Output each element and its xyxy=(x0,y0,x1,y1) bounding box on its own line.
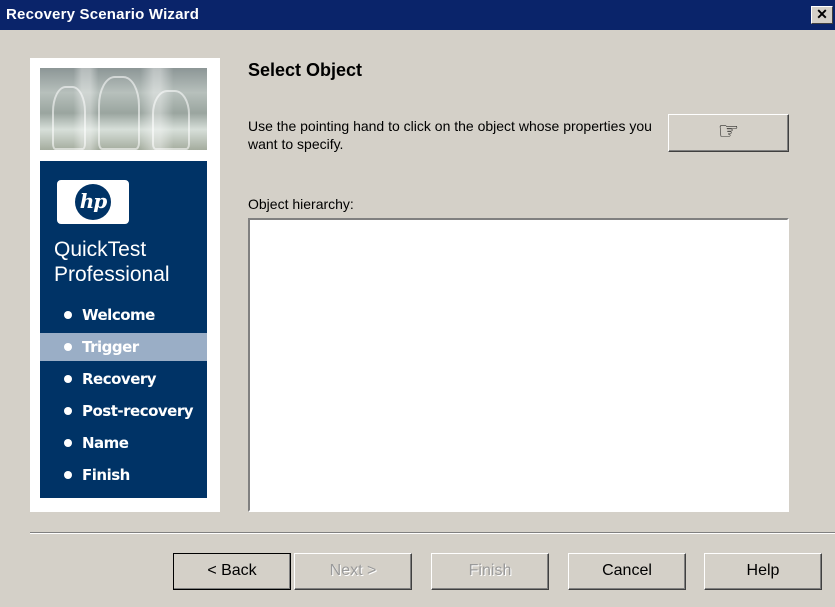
product-name-line2: Professional xyxy=(54,263,170,286)
bullet-icon xyxy=(64,471,72,479)
sidebar-navigation: hp QuickTest Professional Welcome Trigge… xyxy=(40,161,207,498)
product-name: QuickTest Professional xyxy=(54,237,170,287)
bullet-icon xyxy=(64,407,72,415)
instruction-text: Use the pointing hand to click on the ob… xyxy=(248,118,652,152)
bullet-icon xyxy=(64,439,72,447)
hp-logo: hp xyxy=(57,180,129,224)
bullet-icon xyxy=(64,375,72,383)
separator xyxy=(30,532,835,534)
step-label: Trigger xyxy=(82,338,139,356)
product-name-line1: QuickTest xyxy=(54,238,147,261)
step-finish: Finish xyxy=(40,461,207,489)
step-label: Finish xyxy=(82,466,130,484)
step-recovery: Recovery xyxy=(40,365,207,393)
close-button[interactable]: ✕ xyxy=(811,6,833,24)
cancel-button[interactable]: Cancel xyxy=(568,553,686,590)
hp-logo-text: hp xyxy=(75,184,111,220)
window-title: Recovery Scenario Wizard xyxy=(6,6,200,23)
step-label: Name xyxy=(82,434,129,452)
step-label: Welcome xyxy=(82,306,155,324)
pointing-hand-icon: ☞ xyxy=(717,118,740,145)
step-trigger: Trigger xyxy=(40,333,207,361)
help-button[interactable]: Help xyxy=(704,553,822,590)
banner-image xyxy=(40,68,207,150)
finish-button: Finish xyxy=(431,553,549,590)
bullet-icon xyxy=(64,311,72,319)
wizard-sidebar: hp QuickTest Professional Welcome Trigge… xyxy=(30,58,220,512)
step-label: Post-recovery xyxy=(82,402,194,420)
object-hierarchy-tree[interactable] xyxy=(248,218,789,512)
page-title: Select Object xyxy=(248,60,363,80)
back-button[interactable]: < Back xyxy=(173,553,291,590)
step-welcome: Welcome xyxy=(40,301,207,329)
object-hierarchy-label: Object hierarchy: xyxy=(248,196,354,212)
bullet-icon xyxy=(64,343,72,351)
pointing-hand-button[interactable]: ☞ xyxy=(668,114,789,152)
step-post-recovery: Post-recovery xyxy=(40,397,207,425)
title-bar: Recovery Scenario Wizard ✕ xyxy=(0,0,835,31)
step-label: Recovery xyxy=(82,370,157,388)
next-button: Next > xyxy=(294,553,412,590)
step-name: Name xyxy=(40,429,207,457)
wizard-steps: Welcome Trigger Recovery Post-recovery N… xyxy=(40,301,207,493)
